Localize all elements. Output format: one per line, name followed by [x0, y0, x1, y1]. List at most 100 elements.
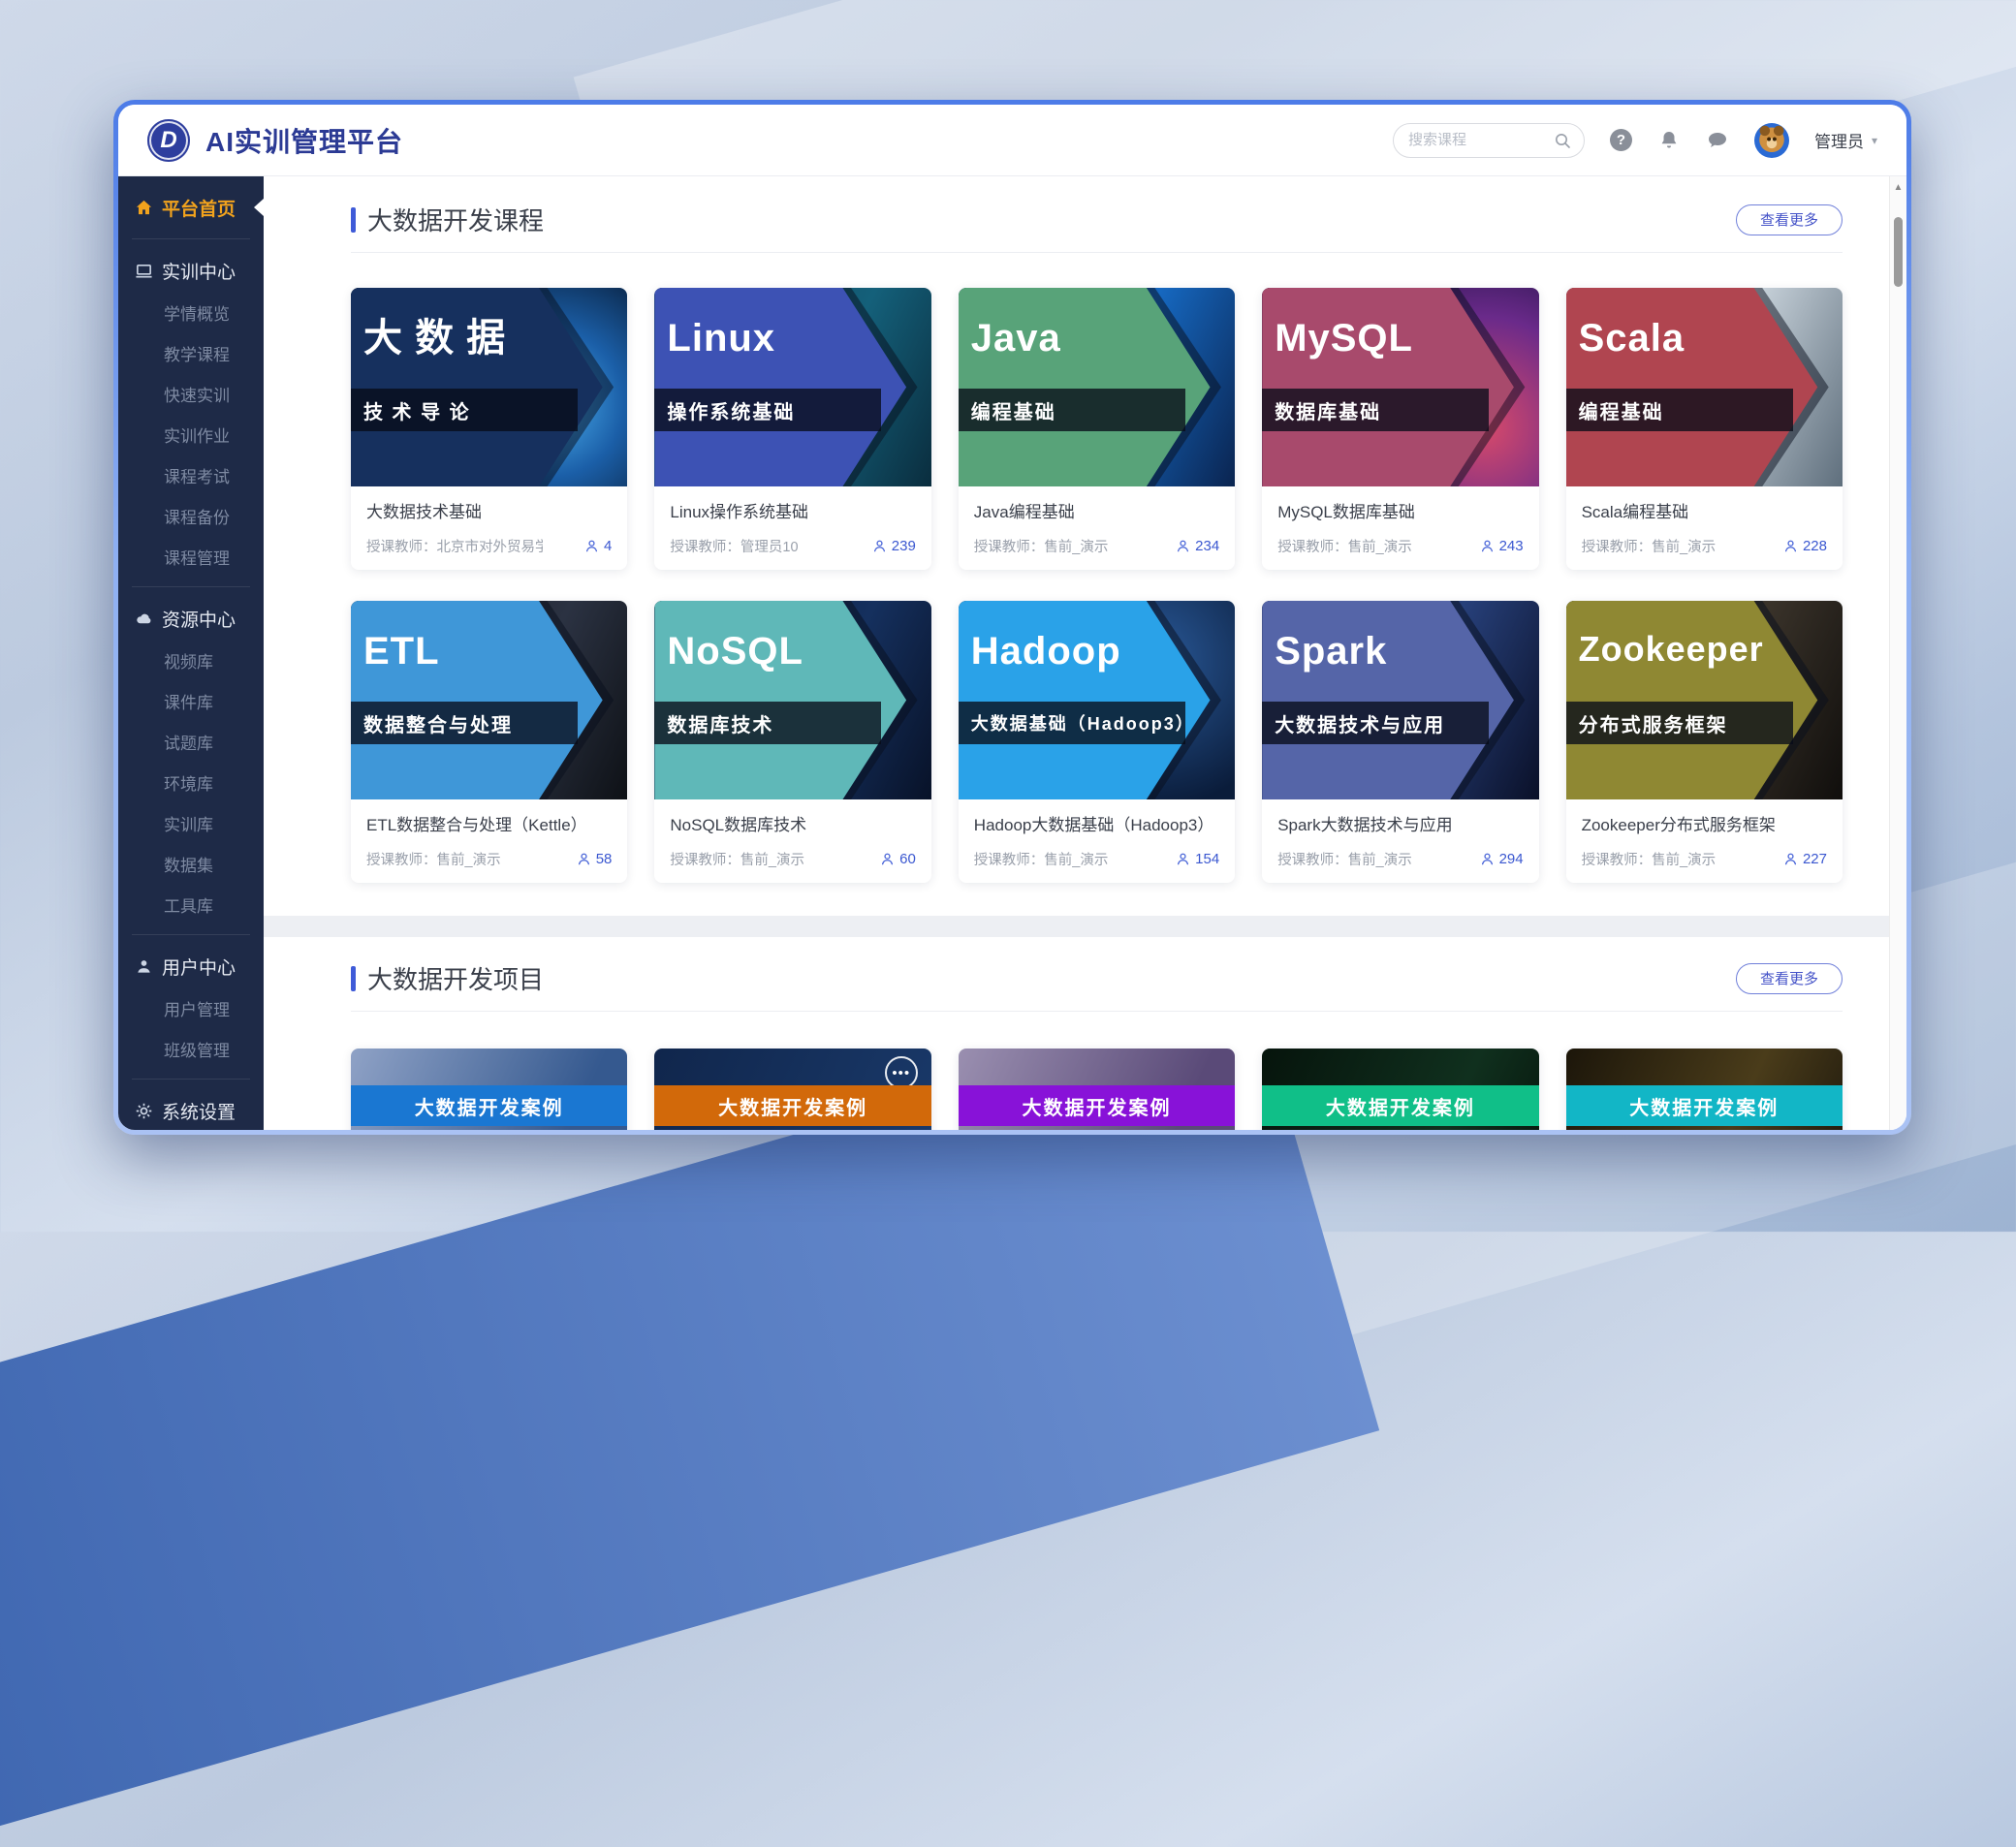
course-teacher: 授课教师：北京市对外贸易学校教... [366, 536, 543, 556]
scrollbar-thumb[interactable] [1894, 217, 1903, 287]
cover-subtitle-band: 技 术 导 论 [351, 389, 578, 431]
course-student-count: 234 [1176, 538, 1219, 554]
sidebar-item-course-backup[interactable]: 课程备份 [118, 495, 264, 536]
user-icon [134, 956, 153, 976]
sidebar-item-course-management[interactable]: 课程管理 [118, 536, 264, 577]
course-card[interactable]: Hadoop 大数据基础（Hadoop3） Hadoop大数据基础（Hadoop… [959, 601, 1235, 883]
course-student-count: 60 [880, 851, 916, 867]
course-student-count: 4 [584, 538, 612, 554]
course-card[interactable]: Scala 编程基础 Scala编程基础 授课教师：售前_演示 228 [1566, 288, 1843, 570]
course-cover: NoSQL 数据库技术 [654, 601, 930, 799]
sidebar-group-label: 用户中心 [162, 954, 236, 980]
sidebar-divider [132, 238, 250, 239]
project-card[interactable]: ••• 大数据开发案例 [654, 1049, 930, 1130]
sidebar-item-label: 平台首页 [162, 195, 236, 221]
course-card[interactable]: 大 数 据 技 术 导 论 大数据技术基础 授课教师：北京市对外贸易学校教...… [351, 288, 627, 570]
notifications-bell-icon[interactable] [1657, 129, 1681, 152]
main-content: 大数据开发课程 查看更多 大 数 据 技 术 导 论 [264, 176, 1906, 1130]
sidebar-divider [132, 1079, 250, 1080]
project-card[interactable]: 大数据开发案例 [351, 1049, 627, 1130]
cover-title: 大 数 据 [363, 319, 506, 358]
course-teacher: 授课教师：售前_演示 [366, 849, 501, 869]
active-item-notch [254, 199, 264, 216]
sidebar-item-quick-training[interactable]: 快速实训 [118, 373, 264, 414]
course-teacher: 授课教师：售前_演示 [1277, 536, 1412, 556]
help-icon[interactable]: ? [1610, 129, 1632, 151]
course-card[interactable]: NoSQL 数据库技术 NoSQL数据库技术 授课教师：售前_演示 60 [654, 601, 930, 883]
sidebar-item-home[interactable]: 平台首页 [118, 186, 264, 229]
title-accent-bar [351, 207, 356, 233]
project-cover: 大数据开发案例 [351, 1049, 627, 1130]
sidebar-group-user-center[interactable]: 用户中心 [118, 945, 264, 987]
sidebar: 平台首页 实训中心 学情概览 教学课程 快速实训 实训作业 课程考试 课程备份 … [118, 176, 264, 1130]
person-icon [584, 539, 599, 553]
course-card[interactable]: Zookeeper 分布式服务框架 Zookeeper分布式服务框架 授课教师：… [1566, 601, 1843, 883]
course-card[interactable]: ETL 数据整合与处理 ETL数据整合与处理（Kettle） 授课教师：售前_演… [351, 601, 627, 883]
project-banner-label: 大数据开发案例 [1326, 1092, 1475, 1120]
sidebar-item-training-homework[interactable]: 实训作业 [118, 414, 264, 454]
sidebar-item-training-library[interactable]: 实训库 [118, 802, 264, 843]
course-title: Java编程基础 [974, 498, 1219, 522]
cover-subtitle: 数据库技术 [667, 709, 773, 737]
cover-subtitle-band: 数据库技术 [654, 702, 881, 744]
sidebar-item-system-settings[interactable]: 系统设置 [118, 1089, 264, 1130]
project-card[interactable]: 大数据开发案例 [959, 1049, 1235, 1130]
course-teacher: 授课教师：售前_演示 [974, 849, 1109, 869]
sidebar-item-tool-library[interactable]: 工具库 [118, 884, 264, 924]
sidebar-item-courseware-library[interactable]: 课件库 [118, 680, 264, 721]
app-title: AI实训管理平台 [205, 121, 403, 160]
cover-title: ETL [363, 632, 440, 671]
project-banner: 大数据开发案例 [654, 1085, 930, 1126]
scroll-up-arrow[interactable]: ▲ [1890, 182, 1906, 193]
project-banner: 大数据开发案例 [959, 1085, 1235, 1126]
course-title: Scala编程基础 [1582, 498, 1827, 522]
search-box[interactable] [1393, 123, 1585, 158]
sidebar-item-label: 系统设置 [162, 1098, 236, 1124]
view-more-button[interactable]: 查看更多 [1736, 963, 1843, 994]
cover-subtitle: 分布式服务框架 [1579, 709, 1728, 737]
project-card[interactable]: 大数据开发案例 [1262, 1049, 1538, 1130]
messages-chat-icon[interactable] [1706, 129, 1729, 152]
scrollbar[interactable]: ▲ [1889, 176, 1906, 1130]
project-banner: 大数据开发案例 [1566, 1085, 1843, 1126]
app-logo: D [147, 119, 190, 162]
sidebar-item-dataset[interactable]: 数据集 [118, 843, 264, 884]
sidebar-item-learning-overview[interactable]: 学情概览 [118, 292, 264, 332]
cover-title: Linux [667, 319, 775, 358]
user-menu[interactable]: 管理员 ▾ [1814, 128, 1877, 152]
course-cover: Zookeeper 分布式服务框架 [1566, 601, 1843, 799]
course-title: NoSQL数据库技术 [670, 811, 915, 835]
sidebar-item-question-library[interactable]: 试题库 [118, 721, 264, 762]
search-icon[interactable] [1554, 132, 1571, 149]
project-cover: 大数据开发案例 [959, 1049, 1235, 1130]
course-teacher: 授课教师：售前_演示 [670, 849, 804, 869]
sidebar-group-resource-center[interactable]: 资源中心 [118, 597, 264, 640]
search-input[interactable] [1406, 131, 1546, 149]
sidebar-item-teaching-courses[interactable]: 教学课程 [118, 332, 264, 373]
course-student-count: 227 [1783, 851, 1827, 867]
cover-subtitle: 操作系统基础 [667, 396, 795, 424]
course-card[interactable]: MySQL 数据库基础 MySQL数据库基础 授课教师：售前_演示 243 [1262, 288, 1538, 570]
view-more-button[interactable]: 查看更多 [1736, 204, 1843, 235]
sidebar-item-class-management[interactable]: 班级管理 [118, 1028, 264, 1069]
user-avatar[interactable] [1754, 123, 1789, 158]
course-cover: Java 编程基础 [959, 288, 1235, 486]
course-card[interactable]: Java 编程基础 Java编程基础 授课教师：售前_演示 234 [959, 288, 1235, 570]
course-cards-row-1: 大 数 据 技 术 导 论 大数据技术基础 授课教师：北京市对外贸易学校教...… [351, 288, 1843, 570]
sidebar-item-video-library[interactable]: 视频库 [118, 640, 264, 680]
app-window: D AI实训管理平台 ? 管理员 ▾ [118, 105, 1906, 1130]
course-card[interactable]: Linux 操作系统基础 Linux操作系统基础 授课教师：管理员10 239 [654, 288, 930, 570]
title-accent-bar [351, 966, 356, 991]
sidebar-item-course-exam[interactable]: 课程考试 [118, 454, 264, 495]
sidebar-item-environment-library[interactable]: 环境库 [118, 762, 264, 802]
cover-title: MySQL [1275, 319, 1413, 358]
project-banner-label: 大数据开发案例 [415, 1092, 564, 1120]
section-divider [351, 252, 1843, 253]
course-title: Spark大数据技术与应用 [1277, 811, 1523, 835]
project-card[interactable]: 大数据开发案例 [1566, 1049, 1843, 1130]
sidebar-item-user-management[interactable]: 用户管理 [118, 987, 264, 1028]
course-card[interactable]: Spark 大数据技术与应用 Spark大数据技术与应用 授课教师：售前_演示 … [1262, 601, 1538, 883]
course-cover: Hadoop 大数据基础（Hadoop3） [959, 601, 1235, 799]
sidebar-group-training-center[interactable]: 实训中心 [118, 249, 264, 292]
course-teacher: 授课教师：售前_演示 [1582, 849, 1717, 869]
